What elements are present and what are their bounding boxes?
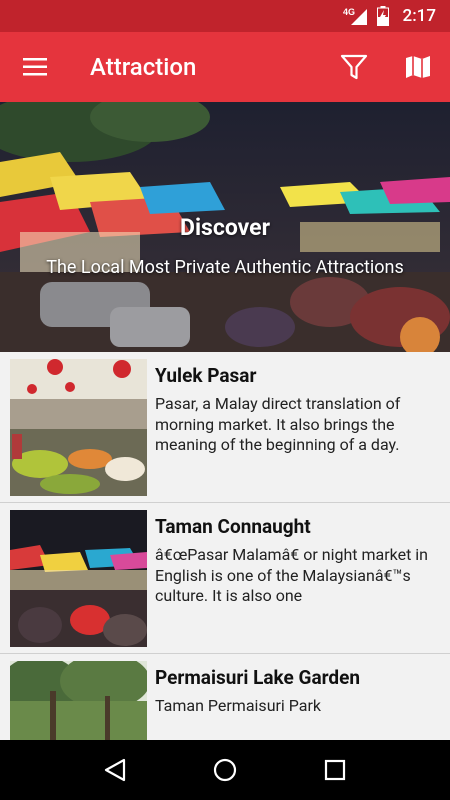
recents-button[interactable]: [310, 745, 360, 795]
home-button[interactable]: [200, 745, 250, 795]
back-button[interactable]: [90, 745, 140, 795]
back-icon: [104, 758, 126, 782]
status-time: 2:17: [402, 6, 436, 26]
network-label: 4G: [343, 7, 355, 17]
list-item[interactable]: Yulek Pasar Pasar, a Malay direct transl…: [0, 352, 450, 503]
lake-garden-photo: [10, 661, 147, 740]
attraction-thumbnail: [10, 661, 147, 740]
list-item[interactable]: Taman Connaught â€œPasar Malamâ€ or nigh…: [0, 503, 450, 654]
attraction-thumbnail: [10, 510, 147, 647]
attraction-description: Taman Permaisuri Park: [155, 696, 322, 715]
attraction-name: Yulek Pasar: [155, 364, 257, 387]
morning-market-photo: [10, 359, 147, 496]
menu-button[interactable]: [0, 32, 70, 102]
map-button[interactable]: [386, 32, 450, 102]
filter-button[interactable]: [322, 32, 386, 102]
page-title: Attraction: [90, 53, 197, 81]
home-icon: [213, 758, 237, 782]
system-nav-bar: [0, 740, 450, 800]
attraction-name: Permaisuri Lake Garden: [155, 666, 361, 689]
hero-headline: Discover: [180, 214, 270, 241]
attraction-name: Taman Connaught: [155, 515, 311, 538]
map-icon: [406, 56, 430, 78]
signal-icon: 4G: [343, 6, 369, 26]
attraction-description: â€œPasar Malamâ€ or night market in Engl…: [155, 545, 429, 605]
recents-icon: [324, 759, 346, 781]
attraction-thumbnail: [10, 359, 147, 496]
hero-subline: The Local Most Private Authentic Attract…: [46, 257, 404, 278]
status-bar: 4G 2:17: [0, 0, 450, 32]
menu-icon: [23, 58, 47, 76]
app-bar: Attraction: [0, 32, 450, 102]
battery-charging-icon: [376, 6, 389, 26]
attraction-description: Pasar, a Malay direct translation of mor…: [155, 394, 401, 454]
filter-icon: [340, 54, 368, 80]
night-market-photo: [10, 510, 147, 647]
attraction-list[interactable]: Yulek Pasar Pasar, a Malay direct transl…: [0, 352, 450, 740]
hero-banner[interactable]: Discover The Local Most Private Authenti…: [0, 102, 450, 352]
list-item[interactable]: Permaisuri Lake Garden Taman Permaisuri …: [0, 654, 450, 740]
